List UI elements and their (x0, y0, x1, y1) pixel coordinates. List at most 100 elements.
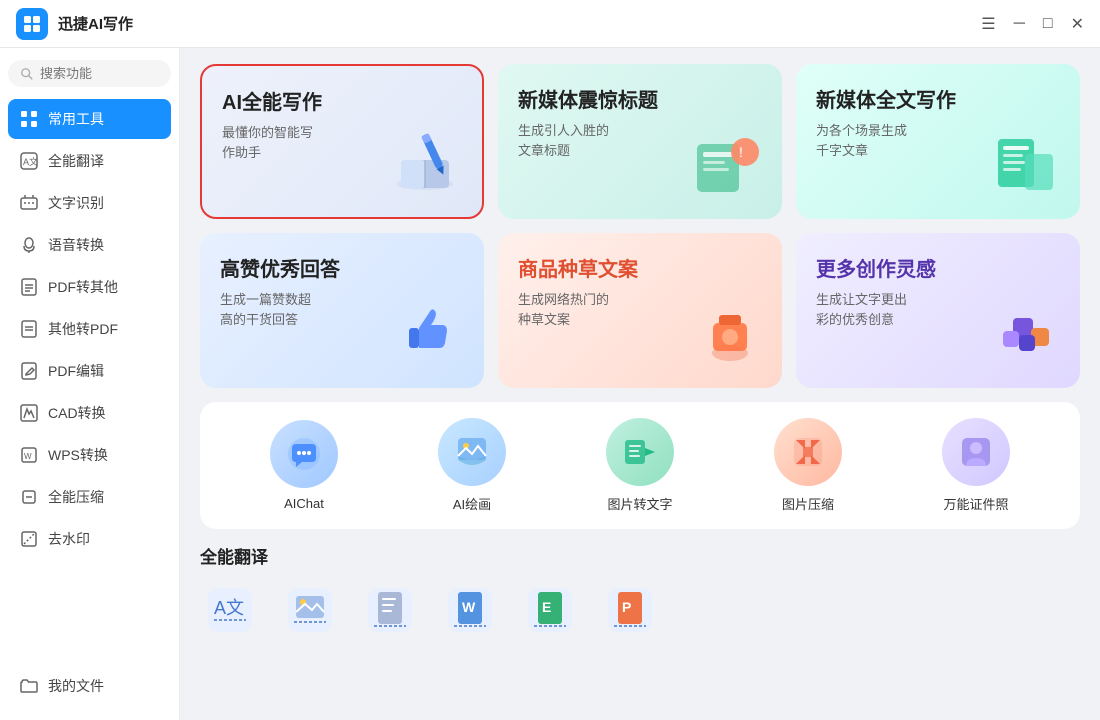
wps-icon: W (18, 444, 40, 466)
bottom-icon-translate-aa[interactable]: A文 (200, 580, 260, 640)
card-newmedia-title[interactable]: 新媒体震惊标题 生成引人入胜的文章标题 ! (498, 64, 782, 219)
translate-icon: A文 (18, 150, 40, 172)
sidebar-item-watermark[interactable]: 去水印 (8, 519, 171, 559)
sidebar-item-other-pdf[interactable]: 其他转PDF (8, 309, 171, 349)
sidebar-item-ocr[interactable]: 文字识别 (8, 183, 171, 223)
translate-word-icon: W (440, 580, 500, 640)
translate-doc-icon (360, 580, 420, 640)
icon-row: AIChat AI绘画 (200, 402, 1080, 529)
folder-icon (18, 675, 40, 697)
bottom-icon-translate-doc[interactable] (360, 580, 420, 640)
icon-img-compress[interactable]: 图片压缩 (774, 418, 842, 513)
translate-excel-icon: E (520, 580, 580, 640)
card-newmedia-full[interactable]: 新媒体全文写作 为各个场景生成千字文章 (796, 64, 1080, 219)
sidebar-label-my-files: 我的文件 (48, 676, 104, 696)
sidebar-label-pdf-other: PDF转其他 (48, 277, 118, 297)
bottom-icon-translate-ppt[interactable]: P (600, 580, 660, 640)
sidebar-label-translate: 全能翻译 (48, 151, 104, 171)
id-photo-label: 万能证件照 (943, 494, 1008, 513)
sidebar-item-my-files[interactable]: 我的文件 (8, 666, 171, 706)
translate-aa-icon: A文 (200, 580, 260, 640)
speech-icon (18, 234, 40, 256)
mid-cards-row: 高赞优秀回答 生成一篇赞数超高的干货回答 商品种草文案 生成网络热门的种草文案 (200, 233, 1080, 388)
sidebar-item-pdf-other[interactable]: PDF转其他 (8, 267, 171, 307)
app-title: 迅捷AI写作 (58, 13, 133, 34)
sidebar-label-common-tools: 常用工具 (48, 109, 104, 129)
sidebar-item-speech[interactable]: 语音转换 (8, 225, 171, 265)
sidebar-label-pdf-edit: PDF编辑 (48, 361, 104, 381)
card-creative[interactable]: 更多创作灵感 生成让文字更出彩的优秀创意 (796, 233, 1080, 388)
pdf-icon (18, 276, 40, 298)
pdf2-icon (18, 318, 40, 340)
sidebar-label-speech: 语音转换 (48, 235, 104, 255)
menu-icon[interactable]: ☰ (981, 14, 995, 34)
minimize-icon[interactable]: ─ (1014, 15, 1025, 33)
icon-img-to-text[interactable]: 图片转文字 (606, 418, 674, 513)
sidebar-label-compress: 全能压缩 (48, 487, 104, 507)
sidebar-item-wps[interactable]: W WPS转换 (8, 435, 171, 475)
newmedia-full-illustration (983, 124, 1068, 209)
bottom-icon-translate-word[interactable]: W (440, 580, 500, 640)
id-photo-icon (942, 418, 1010, 486)
product-illustration (685, 293, 770, 378)
img-compress-icon (774, 418, 842, 486)
creative-illustration (983, 293, 1068, 378)
card-product-copy[interactable]: 商品种草文案 生成网络热门的种草文案 (498, 233, 782, 388)
close-icon[interactable]: ✕ (1071, 14, 1084, 34)
sidebar-bottom: 我的文件 (8, 666, 171, 708)
card-praise-answer[interactable]: 高赞优秀回答 生成一篇赞数超高的干货回答 (200, 233, 484, 388)
sidebar-item-cad[interactable]: CAD转换 (8, 393, 171, 433)
bottom-icon-translate-excel[interactable]: E (520, 580, 580, 640)
bottom-icon-translate-img[interactable] (280, 580, 340, 640)
svg-text:P: P (622, 599, 631, 615)
svg-text:A文: A文 (214, 598, 244, 618)
ai-paint-label: AI绘画 (453, 494, 491, 513)
ai-paint-icon (438, 418, 506, 486)
svg-text:W: W (24, 452, 32, 461)
svg-text:!: ! (739, 144, 743, 160)
sidebar-item-translate[interactable]: A文 全能翻译 (8, 141, 171, 181)
svg-text:W: W (462, 599, 476, 615)
icon-id-photo[interactable]: 万能证件照 (942, 418, 1010, 513)
sidebar-label-other-pdf: 其他转PDF (48, 319, 118, 339)
card-ai-writing[interactable]: AI全能写作 最懂你的智能写作助手 (200, 64, 484, 219)
ai-writing-illustration (385, 122, 470, 207)
maximize-icon[interactable]: □ (1043, 15, 1053, 33)
sidebar: 常用工具 A文 全能翻译 文字识别 语音转换 PDF转其他 (0, 48, 180, 720)
content-area: AI全能写作 最懂你的智能写作助手 (180, 48, 1100, 720)
img-to-text-icon (606, 418, 674, 486)
sidebar-item-pdf-edit[interactable]: PDF编辑 (8, 351, 171, 391)
sidebar-label-cad: CAD转换 (48, 403, 106, 423)
bottom-icon-row: A文 (200, 580, 1080, 640)
praise-illustration (387, 293, 472, 378)
img-compress-label: 图片压缩 (782, 494, 834, 513)
search-icon (20, 67, 34, 81)
title-bar: 迅捷AI写作 ☰ ─ □ ✕ (0, 0, 1100, 48)
search-box[interactable] (8, 60, 171, 87)
search-input[interactable] (40, 66, 159, 81)
icon-ai-paint[interactable]: AI绘画 (438, 418, 506, 513)
app-logo (16, 8, 48, 40)
svg-text:A文: A文 (23, 156, 38, 167)
newmedia-title-illustration: ! (685, 124, 770, 209)
window-controls: ☰ ─ □ ✕ (981, 14, 1084, 34)
aichat-label: AIChat (284, 496, 324, 511)
grid-icon (18, 108, 40, 130)
main-layout: 常用工具 A文 全能翻译 文字识别 语音转换 PDF转其他 (0, 48, 1100, 720)
aichat-icon (270, 420, 338, 488)
edit-icon (18, 360, 40, 382)
top-cards-row: AI全能写作 最懂你的智能写作助手 (200, 64, 1080, 219)
translate-ppt-icon: P (600, 580, 660, 640)
watermark-icon (18, 528, 40, 550)
img-to-text-label: 图片转文字 (607, 494, 672, 513)
cad-icon (18, 402, 40, 424)
sidebar-label-wps: WPS转换 (48, 445, 108, 465)
section-title-translate: 全能翻译 (200, 543, 1080, 568)
sidebar-item-common-tools[interactable]: 常用工具 (8, 99, 171, 139)
sidebar-label-ocr: 文字识别 (48, 193, 104, 213)
sidebar-label-watermark: 去水印 (48, 529, 90, 549)
ocr-icon (18, 192, 40, 214)
sidebar-item-compress[interactable]: 全能压缩 (8, 477, 171, 517)
icon-aichat[interactable]: AIChat (270, 420, 338, 511)
svg-text:E: E (542, 599, 551, 615)
